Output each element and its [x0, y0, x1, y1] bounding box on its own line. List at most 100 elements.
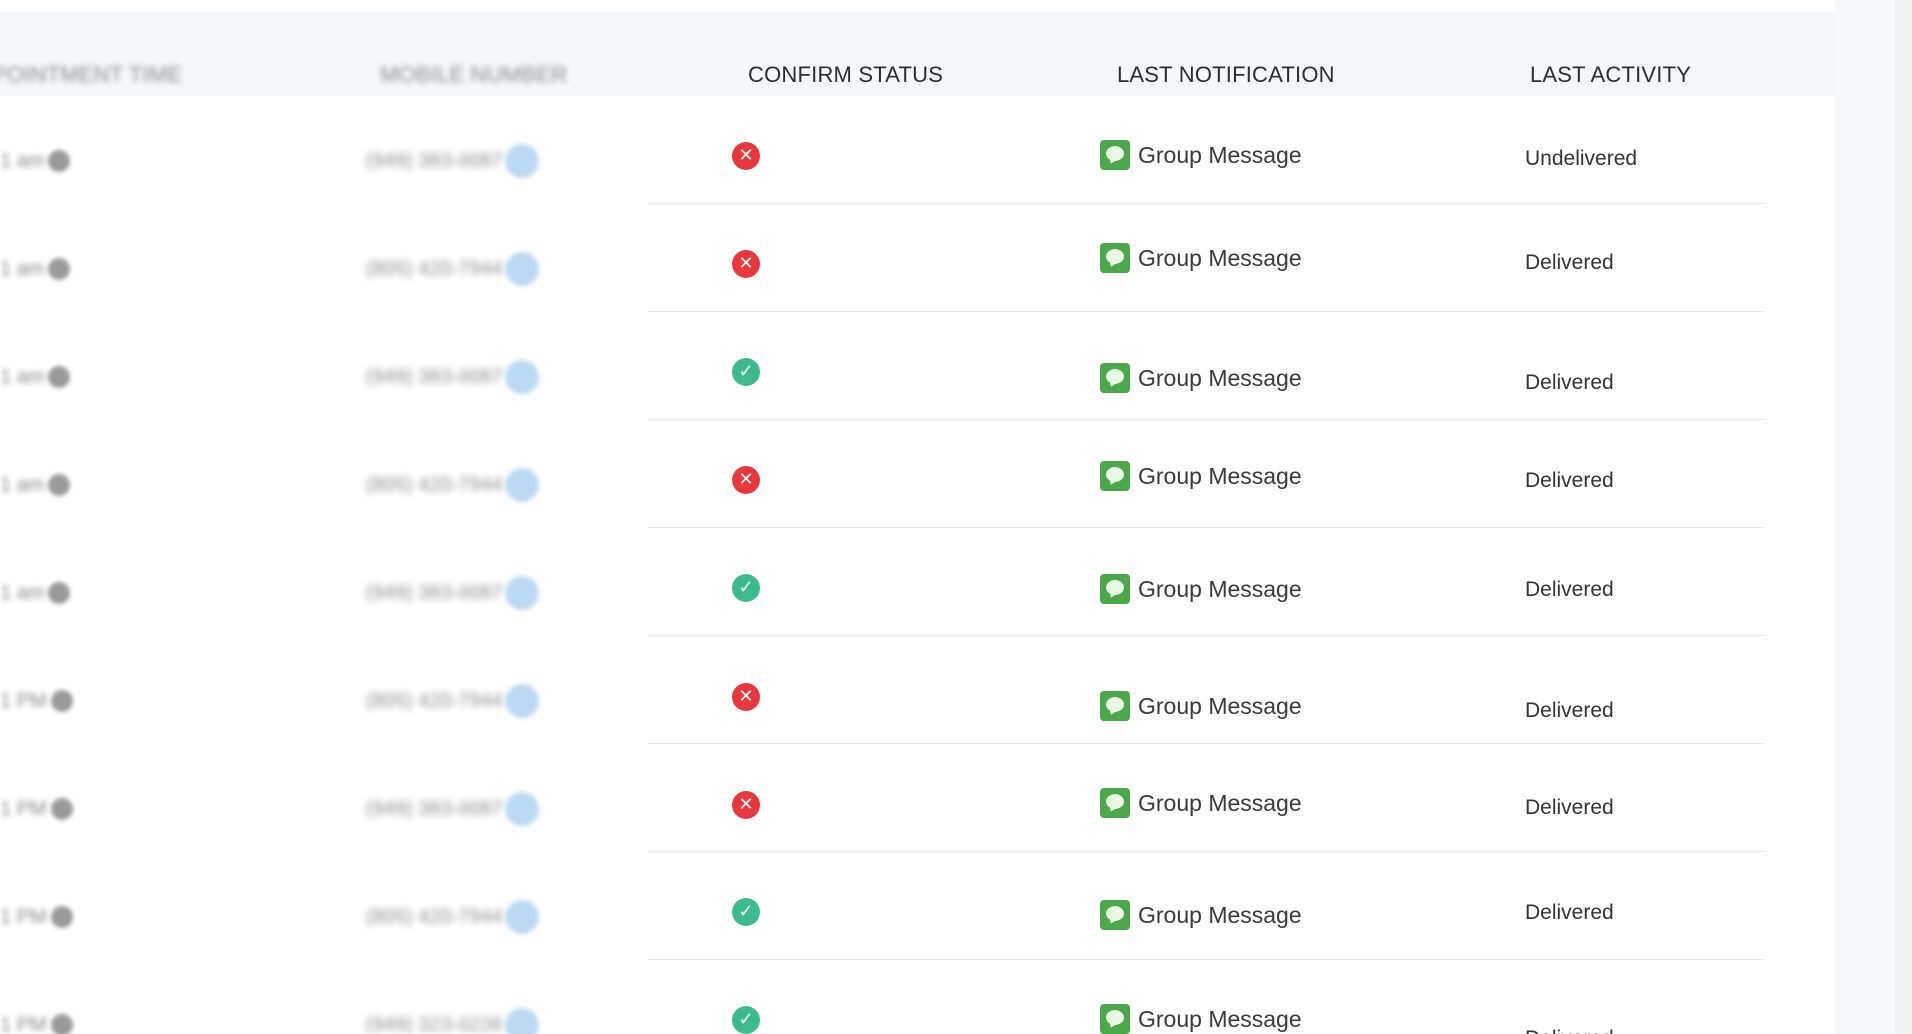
notification-label: Group Message [1138, 141, 1302, 168]
last-notification[interactable]: Group Message [1100, 1003, 1302, 1034]
last-activity: Delivered [1525, 469, 1614, 492]
clock-icon[interactable] [50, 798, 73, 820]
message-bubble-icon [1100, 140, 1130, 170]
notification-label: Group Message [1138, 789, 1302, 816]
chat-icon[interactable] [504, 684, 539, 718]
notification-label: Group Message [1138, 901, 1302, 928]
check-circle-icon: ✓ [732, 1006, 760, 1034]
appointment-time-cell: 1 PM [0, 795, 73, 823]
check-circle-icon: ✓ [732, 898, 760, 926]
appointment-time-cell: 1 PM [0, 903, 73, 931]
clock-icon[interactable] [50, 690, 73, 712]
x-circle-icon: ✕ [732, 466, 760, 494]
last-activity: Delivered [1525, 578, 1614, 601]
mobile-number: (805) 420-7944 [366, 473, 503, 496]
x-circle-icon: ✕ [732, 683, 760, 711]
last-notification[interactable]: Group Message [1100, 899, 1302, 931]
mobile-number-cell: (805) 420-7944 [366, 467, 539, 503]
appointment-time: 1 am [0, 149, 45, 172]
message-bubble-icon [1100, 574, 1130, 604]
mobile-number: (949) 383-0087 [366, 797, 503, 820]
appointment-time: 1 am [0, 365, 45, 388]
notification-label: Group Message [1138, 364, 1302, 391]
message-bubble-icon [1100, 363, 1130, 393]
last-activity: Delivered [1525, 251, 1614, 274]
table-row[interactable]: 1 PM (949) 323-0226 ✓ Group Message Delivere… [0, 960, 1835, 1034]
appointment-time-cell: 1 am [0, 147, 71, 175]
chat-icon[interactable] [504, 252, 539, 286]
check-circle-icon: ✓ [732, 358, 760, 386]
message-bubble-icon [1100, 691, 1130, 721]
appointment-time-cell: 1 am [0, 255, 71, 283]
appointment-time: 1 PM [0, 905, 47, 928]
table-row[interactable]: 1 PM (805) 420-7944 ✕ Group Message Delivere… [0, 636, 1835, 744]
mobile-number: (949) 383-0087 [366, 365, 503, 388]
appointment-time: 1 PM [0, 689, 47, 712]
chat-icon[interactable] [504, 576, 539, 610]
chat-icon[interactable] [504, 792, 539, 826]
table-header: POINTMENT TIME MOBILE NUMBER CONFIRM STA… [0, 12, 1835, 96]
notification-label: Group Message [1138, 1005, 1302, 1032]
table-row[interactable]: 1 PM (949) 383-0087 ✕ Group Message Delivere… [0, 744, 1835, 852]
last-notification[interactable]: Group Message [1100, 460, 1302, 492]
header-mobile-number[interactable]: MOBILE NUMBER [380, 63, 567, 87]
header-confirm-status[interactable]: CONFIRM STATUS [748, 63, 943, 87]
chat-icon[interactable] [504, 900, 539, 934]
last-notification[interactable]: Group Message [1100, 573, 1302, 605]
table-row[interactable]: 1 am (949) 383-0087 ✕ Group Message Undelive… [0, 96, 1835, 204]
table-row[interactable]: 1 am (805) 420-7944 ✕ Group Message Delivere… [0, 204, 1835, 312]
last-notification[interactable]: Group Message [1100, 242, 1302, 274]
x-circle-icon: ✕ [732, 250, 760, 278]
mobile-number-cell: (805) 420-7944 [366, 251, 539, 287]
mobile-number: (949) 383-0087 [366, 149, 503, 172]
table-row[interactable]: 1 am (805) 420-7944 ✕ Group Message Delivere… [0, 420, 1835, 528]
clock-icon[interactable] [48, 474, 71, 496]
chat-icon[interactable] [504, 1008, 539, 1034]
last-activity: Delivered [1525, 796, 1614, 819]
appointment-time: 1 PM [0, 797, 47, 820]
clock-icon[interactable] [48, 582, 71, 604]
notification-label: Group Message [1138, 462, 1302, 489]
message-bubble-icon [1100, 461, 1130, 491]
clock-icon[interactable] [50, 1014, 73, 1034]
message-bubble-icon [1100, 900, 1130, 930]
appointment-time-cell: 1 am [0, 579, 71, 607]
last-notification[interactable]: Group Message [1100, 787, 1302, 819]
last-activity: Undelivered [1525, 147, 1638, 170]
last-notification[interactable]: Group Message [1100, 690, 1302, 722]
appointments-table: POINTMENT TIME MOBILE NUMBER CONFIRM STA… [0, 12, 1835, 1034]
check-circle-icon: ✓ [732, 574, 760, 602]
appointment-time: 1 PM [0, 1013, 47, 1034]
mobile-number: (805) 420-7944 [366, 257, 503, 280]
last-notification[interactable]: Group Message [1100, 362, 1302, 394]
appointment-time: 1 am [0, 581, 45, 604]
table-row[interactable]: 1 am (949) 383-0087 ✓ Group Message Delivere… [0, 528, 1835, 636]
last-activity: Delivered [1525, 1027, 1614, 1034]
clock-icon[interactable] [48, 150, 71, 172]
last-activity: Delivered [1525, 371, 1614, 394]
last-notification[interactable]: Group Message [1100, 139, 1302, 171]
header-last-activity[interactable]: LAST ACTIVITY [1530, 63, 1691, 87]
message-bubble-icon [1100, 788, 1130, 818]
notification-label: Group Message [1138, 575, 1302, 602]
message-bubble-icon [1100, 243, 1130, 273]
clock-icon[interactable] [48, 258, 71, 280]
clock-icon[interactable] [48, 366, 71, 388]
appointment-time-cell: 1 am [0, 471, 71, 499]
table-row[interactable]: 1 am (949) 383-0087 ✓ Group Message Delivere… [0, 312, 1835, 420]
appointment-time-cell: 1 am [0, 363, 71, 391]
appointment-time-cell: 1 PM [0, 1011, 73, 1034]
clock-icon[interactable] [50, 906, 73, 928]
right-gutter [1835, 0, 1895, 1034]
chat-icon[interactable] [504, 468, 539, 502]
vertical-scrollbar[interactable] [1895, 0, 1912, 1034]
appointment-time-cell: 1 PM [0, 687, 73, 715]
mobile-number: (949) 323-0226 [366, 1013, 503, 1034]
header-appointment-time[interactable]: POINTMENT TIME [0, 63, 182, 87]
notification-label: Group Message [1138, 244, 1302, 271]
message-bubble-icon [1100, 1004, 1130, 1034]
table-row[interactable]: 1 PM (805) 420-7944 ✓ Group Message Delivere… [0, 852, 1835, 960]
header-last-notification[interactable]: LAST NOTIFICATION [1117, 63, 1335, 87]
chat-icon[interactable] [504, 144, 539, 178]
chat-icon[interactable] [504, 360, 539, 394]
